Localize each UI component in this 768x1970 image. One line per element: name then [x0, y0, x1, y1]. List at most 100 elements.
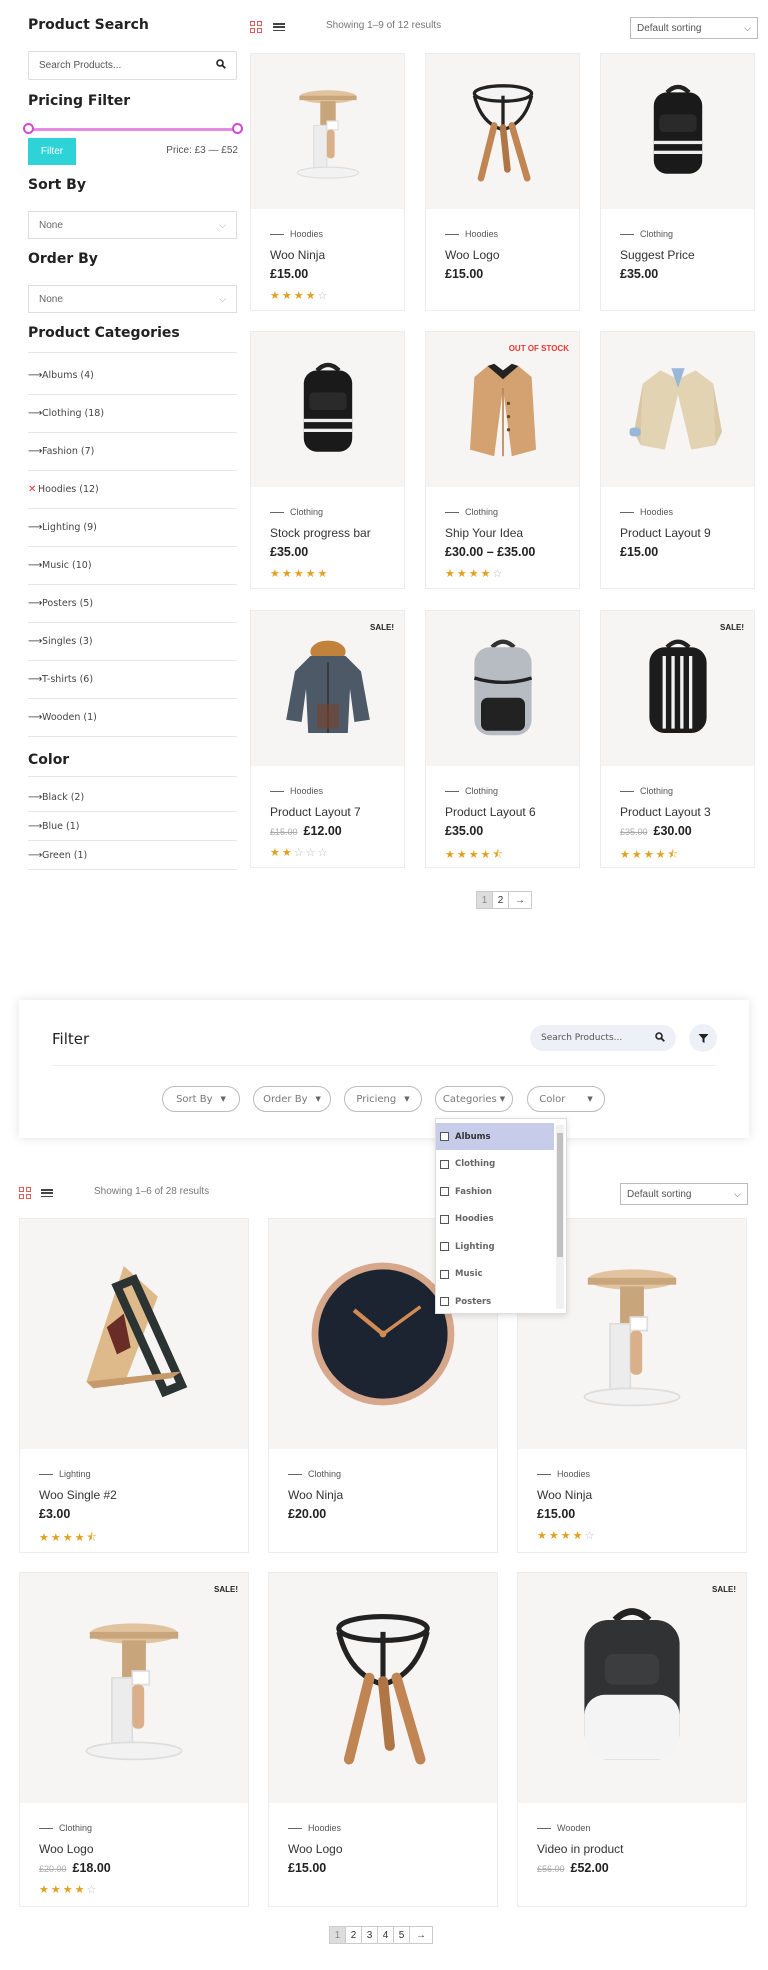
sort-by-select[interactable]: None ⌵ — [28, 211, 237, 239]
product-category-link[interactable]: Clothing — [445, 786, 498, 796]
product-category-link[interactable]: Wooden — [537, 1823, 590, 1833]
category-item[interactable]: ⟶ Singles (3) — [28, 623, 237, 661]
product-card[interactable]: OUT OF STOCK Clothing Ship Your Idea £30.00… — [425, 331, 580, 589]
product-title[interactable]: Stock progress bar — [270, 526, 371, 540]
product-card[interactable]: SALE! Clothing Woo Logo £20.00 £18.00 ★★★★☆ — [19, 1572, 249, 1907]
category-option[interactable]: Hoodies — [436, 1206, 554, 1233]
next-page-button[interactable]: → — [508, 891, 532, 909]
product-category-link[interactable]: Hoodies — [537, 1469, 590, 1479]
page-number[interactable]: 2 — [492, 891, 509, 909]
product-category-link[interactable]: Clothing — [39, 1823, 92, 1833]
product-image[interactable] — [601, 611, 754, 766]
category-option[interactable]: Posters — [436, 1288, 554, 1315]
default-sorting-select[interactable]: Default sorting ⌵ — [630, 17, 758, 39]
grid-view-icon[interactable] — [250, 21, 262, 33]
categories-dropdown[interactable]: Albums Clothing Fashion Hoodies Lighting Musi… — [435, 1118, 567, 1314]
category-item[interactable]: ⟶ Lighting (9) — [28, 509, 237, 547]
product-card[interactable]: Lighting Woo Single #2 £3.00 ★★★★⯪ — [19, 1218, 249, 1553]
product-image[interactable] — [269, 1573, 497, 1803]
page-number[interactable]: 2 — [345, 1926, 362, 1944]
color-item[interactable]: ⟶ Blue (1) — [28, 813, 237, 841]
color-item[interactable]: ⟶ Green (1) — [28, 842, 237, 870]
product-category-link[interactable]: Clothing — [445, 507, 498, 517]
product-title[interactable]: Woo Ninja — [288, 1488, 343, 1502]
product-title[interactable]: Product Layout 7 — [270, 805, 361, 819]
product-category-link[interactable]: Hoodies — [445, 229, 498, 239]
product-image[interactable] — [426, 54, 579, 209]
product-title[interactable]: Woo Ninja — [537, 1488, 592, 1502]
product-card[interactable]: Clothing Suggest Price £35.00 — [600, 53, 755, 311]
sort-by-pill[interactable]: Sort By ▼ — [162, 1086, 240, 1112]
product-card[interactable]: Clothing Stock progress bar £35.00 ★★★★★ — [250, 331, 405, 589]
sidebar-search-input[interactable]: Search Products... — [28, 51, 237, 80]
page-number[interactable]: 1 — [329, 1926, 346, 1944]
product-category-link[interactable]: Hoodies — [270, 229, 323, 239]
product-card[interactable]: Hoodies Woo Ninja £15.00 ★★★★☆ — [250, 53, 405, 311]
product-image[interactable] — [20, 1573, 248, 1803]
category-item[interactable]: ✕ Hoodies (12) — [28, 471, 237, 509]
product-category-link[interactable]: Hoodies — [620, 507, 673, 517]
grid-view-icon[interactable] — [19, 1187, 31, 1199]
list-view-icon[interactable] — [273, 21, 285, 33]
category-item[interactable]: ⟶ Fashion (7) — [28, 433, 237, 471]
category-item[interactable]: ⟶ Wooden (1) — [28, 699, 237, 737]
product-category-link[interactable]: Clothing — [288, 1469, 341, 1479]
product-card[interactable]: Hoodies Product Layout 9 £15.00 — [600, 331, 755, 589]
product-title[interactable]: Woo Logo — [39, 1842, 94, 1856]
product-title[interactable]: Woo Logo — [288, 1842, 343, 1856]
categories-pill[interactable]: Categories ▼ — [435, 1086, 513, 1112]
checkbox[interactable] — [440, 1242, 449, 1251]
product-title[interactable]: Product Layout 9 — [620, 526, 711, 540]
category-option[interactable]: Albums — [436, 1123, 554, 1150]
list-view-icon[interactable] — [41, 1187, 53, 1199]
checkbox[interactable] — [440, 1187, 449, 1196]
product-category-link[interactable]: Lighting — [39, 1469, 91, 1479]
color-item[interactable]: ⟶ Black (2) — [28, 784, 237, 812]
category-option[interactable]: Music — [436, 1261, 554, 1288]
product-card[interactable]: SALE! Hoodies Product Layout 7 £15.00 £12.00… — [250, 610, 405, 868]
page-number[interactable]: 3 — [361, 1926, 378, 1944]
price-slider-min-handle[interactable] — [23, 123, 34, 134]
category-item[interactable]: ⟶ Music (10) — [28, 547, 237, 585]
page-number[interactable]: 1 — [476, 891, 493, 909]
next-page-button[interactable]: → — [409, 1926, 433, 1944]
product-image[interactable] — [426, 611, 579, 766]
product-title[interactable]: Woo Single #2 — [39, 1488, 117, 1502]
category-option[interactable]: Lighting — [436, 1233, 554, 1260]
color-pill[interactable]: Color ▼ — [527, 1086, 605, 1112]
search-icon[interactable] — [655, 1031, 665, 1045]
filter-toggle-button[interactable] — [689, 1024, 717, 1052]
close-icon[interactable]: ✕ — [28, 484, 38, 495]
category-option[interactable]: Clothing — [436, 1151, 554, 1178]
checkbox[interactable] — [440, 1297, 449, 1306]
product-image[interactable] — [251, 611, 404, 766]
product-category-link[interactable]: Hoodies — [270, 786, 323, 796]
product-card[interactable]: Clothing Product Layout 6 £35.00 ★★★★⯪ — [425, 610, 580, 868]
product-title[interactable]: Video in product — [537, 1842, 624, 1856]
product-card[interactable]: Hoodies Woo Logo £15.00 — [268, 1572, 498, 1907]
search-icon[interactable] — [216, 59, 226, 72]
default-sorting-select[interactable]: Default sorting ⌵ — [620, 1183, 748, 1205]
dropdown-scrollbar-thumb[interactable] — [557, 1133, 563, 1257]
product-card[interactable]: Hoodies Woo Logo £15.00 — [425, 53, 580, 311]
product-title[interactable]: Woo Logo — [445, 248, 500, 262]
product-category-link[interactable]: Clothing — [270, 507, 323, 517]
product-title[interactable]: Suggest Price — [620, 248, 695, 262]
checkbox[interactable] — [440, 1214, 449, 1224]
product-image[interactable] — [251, 332, 404, 487]
order-by-select[interactable]: None ⌵ — [28, 285, 237, 313]
product-image[interactable] — [20, 1219, 248, 1449]
checkbox[interactable] — [440, 1132, 449, 1141]
filter-search-input[interactable]: Search Products... — [530, 1025, 676, 1051]
product-title[interactable]: Woo Ninja — [270, 248, 325, 262]
product-card[interactable]: SALE! Wooden Video in product £56.00 £52.00 — [517, 1572, 747, 1907]
category-option[interactable]: Fashion — [436, 1178, 554, 1205]
product-category-link[interactable]: Clothing — [620, 229, 673, 239]
product-image[interactable] — [426, 332, 579, 487]
product-image[interactable] — [518, 1573, 746, 1803]
price-filter-button[interactable]: Filter — [28, 138, 76, 165]
product-title[interactable]: Product Layout 6 — [445, 805, 536, 819]
order-by-pill[interactable]: Order By ▼ — [253, 1086, 331, 1112]
product-title[interactable]: Ship Your Idea — [445, 526, 523, 540]
product-image[interactable] — [251, 54, 404, 209]
